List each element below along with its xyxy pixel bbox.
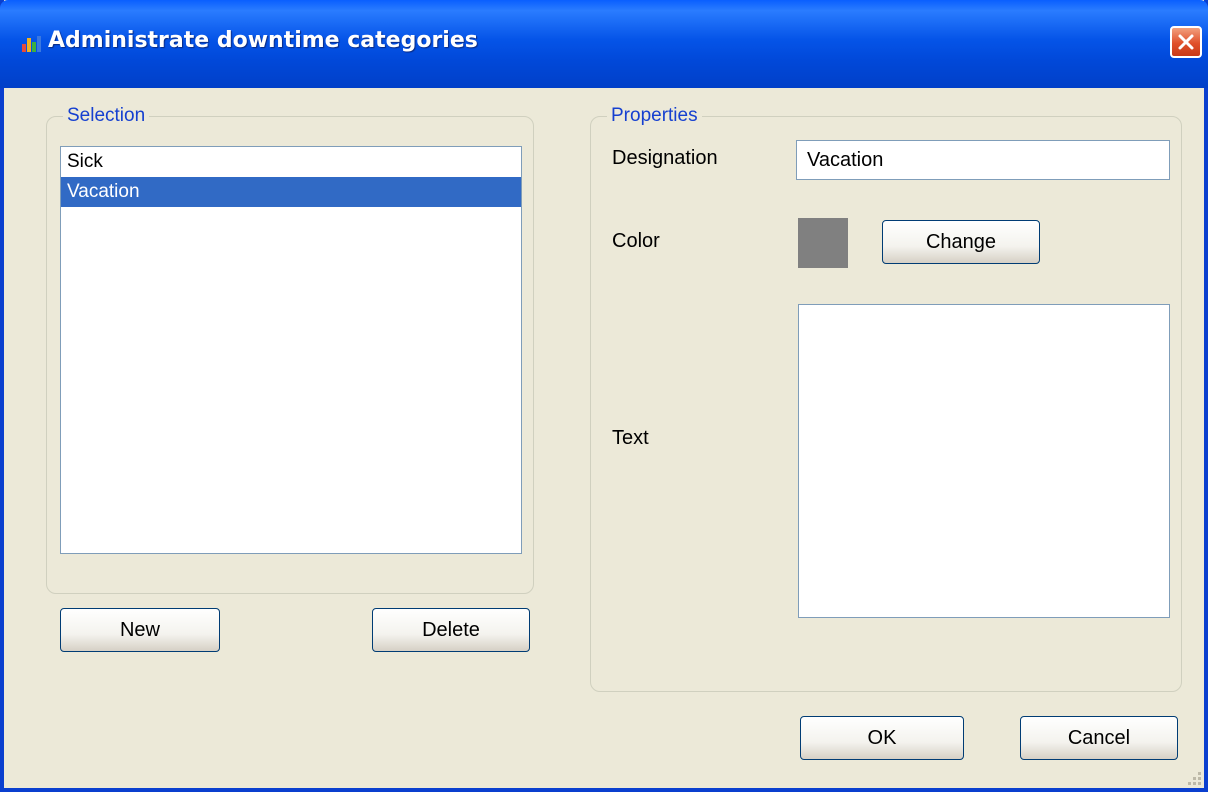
cancel-button[interactable]: Cancel [1020, 716, 1178, 760]
window-title: Administrate downtime categories [48, 28, 478, 53]
resize-grip-icon[interactable] [1186, 770, 1202, 786]
change-color-button[interactable]: Change [882, 220, 1040, 264]
text-field[interactable] [798, 304, 1170, 618]
color-label: Color [612, 230, 660, 252]
dialog-window: Administrate downtime categories Selecti… [0, 0, 1208, 792]
designation-field[interactable] [796, 140, 1170, 180]
dialog-body: Selection Sick Vacation New Delete Prope… [4, 84, 1204, 788]
category-listbox[interactable]: Sick Vacation [60, 146, 522, 554]
new-button[interactable]: New [60, 608, 220, 652]
properties-legend: Properties [607, 105, 702, 127]
close-button[interactable] [1170, 26, 1202, 58]
list-item-sick[interactable]: Sick [61, 147, 521, 177]
color-swatch [798, 218, 848, 268]
title-bar[interactable]: Administrate downtime categories [0, 0, 1208, 88]
ok-button[interactable]: OK [800, 716, 964, 760]
designation-label: Designation [612, 147, 718, 169]
list-item-vacation[interactable]: Vacation [61, 177, 521, 207]
text-label: Text [612, 427, 649, 449]
delete-button[interactable]: Delete [372, 608, 530, 652]
app-chart-icon [22, 36, 42, 52]
selection-legend: Selection [63, 105, 150, 127]
